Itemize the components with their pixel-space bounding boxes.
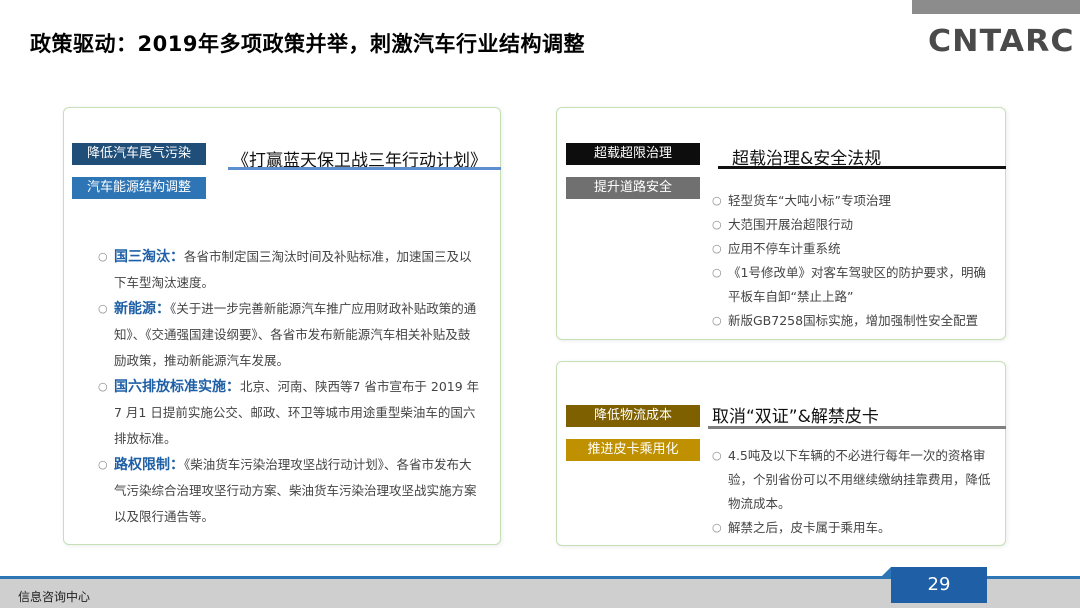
circle-bullet-icon: ○ xyxy=(712,242,722,255)
right-bottom-heading: 取消“双证”&解禁皮卡 xyxy=(712,407,879,427)
list-item: ○ 大范围开展治超限行动 xyxy=(712,213,998,237)
circle-bullet-icon: ○ xyxy=(98,458,108,471)
page-title: 政策驱动：2019年多项政策并举，刺激汽车行业结构调整 xyxy=(30,32,585,56)
footer-label: 信息咨询中心 xyxy=(18,590,91,604)
list-item: ○ 新版GB7258国标实施，增加强制性安全配置 xyxy=(712,309,998,333)
list-item: ○ 4.5吨及以下车辆的不必进行每年一次的资格审验，个别省份可以不用继续缴纳挂靠费… xyxy=(712,444,998,516)
right-bottom-heading-underline xyxy=(708,426,1006,429)
tag-energy-structure: 汽车能源结构调整 xyxy=(72,177,206,199)
tag-road-safety: 提升道路安全 xyxy=(566,177,700,199)
list-item: ○ 路权限制：《柴油货车污染治理攻坚战行动计划》、各省市发布大气污染综合治理攻坚行… xyxy=(98,452,480,530)
list-item: ○ 轻型货车“大吨小标”专项治理 xyxy=(712,189,998,213)
circle-bullet-icon: ○ xyxy=(98,380,108,393)
circle-bullet-icon: ○ xyxy=(712,218,722,231)
left-bullet-list: ○ 国三淘汰：各省市制定国三淘汰时间及补贴标准，加速国三及以下车型淘汰速度。 ○ 新… xyxy=(98,244,480,530)
circle-bullet-icon: ○ xyxy=(98,250,108,263)
page-number-corner xyxy=(881,567,891,577)
circle-bullet-icon: ○ xyxy=(98,302,108,315)
circle-bullet-icon: ○ xyxy=(712,266,722,279)
top-gray-bar xyxy=(912,0,1080,14)
tag-reduce-exhaust: 降低汽车尾气污染 xyxy=(72,143,206,165)
left-heading-underline xyxy=(228,167,501,170)
tag-logistics-cost: 降低物流成本 xyxy=(566,405,700,427)
page-number: 29 xyxy=(891,567,987,603)
tag-overload-control: 超载超限治理 xyxy=(566,143,700,165)
company-logo: CNTARC xyxy=(928,24,1075,59)
list-item: ○ 新能源：《关于进一步完善新能源汽车推广应用财政补贴政策的通知》、《交通强国建设… xyxy=(98,296,480,374)
list-item: ○ 应用不停车计重系统 xyxy=(712,237,998,261)
circle-bullet-icon: ○ xyxy=(712,314,722,327)
circle-bullet-icon: ○ xyxy=(712,449,722,462)
list-item: ○ 国三淘汰：各省市制定国三淘汰时间及补贴标准，加速国三及以下车型淘汰速度。 xyxy=(98,244,480,296)
tag-pickup-passenger: 推进皮卡乘用化 xyxy=(566,439,700,461)
right-top-heading-underline xyxy=(718,166,1006,169)
list-item: ○ 《1号修改单》对客车驾驶区的防护要求，明确平板车自卸“禁止上路” xyxy=(712,261,998,309)
circle-bullet-icon: ○ xyxy=(712,521,722,534)
circle-bullet-icon: ○ xyxy=(712,194,722,207)
list-item: ○ 国六排放标准实施：北京、河南、陕西等7 省市宣布于 2019 年7 月1 日提… xyxy=(98,374,480,452)
list-item: ○ 解禁之后，皮卡属于乘用车。 xyxy=(712,516,998,540)
right-top-bullet-list: ○ 轻型货车“大吨小标”专项治理 ○ 大范围开展治超限行动 ○ 应用不停车计重系统 ○… xyxy=(712,189,998,333)
right-bottom-bullet-list: ○ 4.5吨及以下车辆的不必进行每年一次的资格审验，个别省份可以不用继续缴纳挂靠费… xyxy=(712,444,998,540)
